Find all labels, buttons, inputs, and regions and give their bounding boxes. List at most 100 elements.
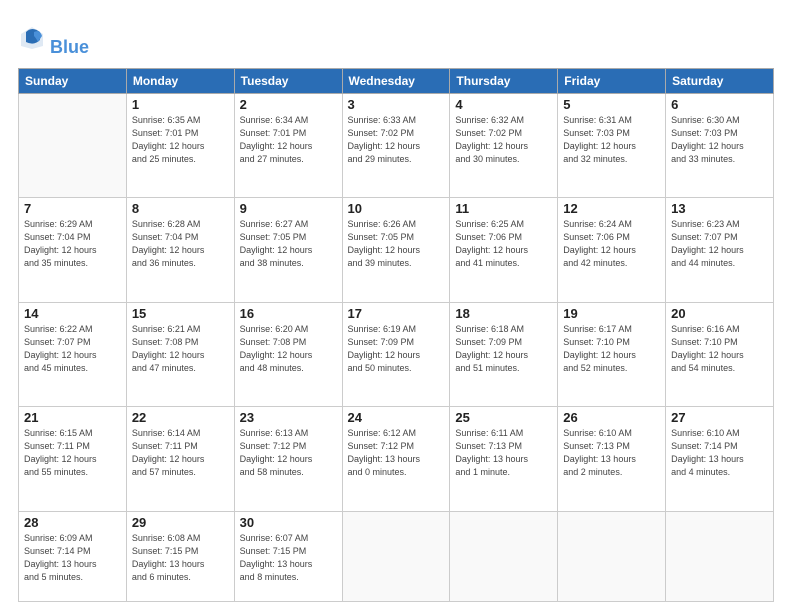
day-info: Sunrise: 6:18 AMSunset: 7:09 PMDaylight:… — [455, 323, 552, 375]
calendar-cell — [450, 511, 558, 601]
calendar-cell: 8 Sunrise: 6:28 AMSunset: 7:04 PMDaylight… — [126, 198, 234, 302]
header: Blue — [18, 18, 774, 58]
day-info: Sunrise: 6:10 AMSunset: 7:13 PMDaylight:… — [563, 427, 660, 479]
calendar-cell: 29 Sunrise: 6:08 AMSunset: 7:15 PMDayligh… — [126, 511, 234, 601]
calendar-cell: 21 Sunrise: 6:15 AMSunset: 7:11 PMDayligh… — [19, 407, 127, 511]
logo-text: Blue — [50, 18, 89, 58]
calendar-cell: 20 Sunrise: 6:16 AMSunset: 7:10 PMDayligh… — [666, 302, 774, 406]
day-number: 26 — [563, 410, 660, 425]
calendar-cell: 2 Sunrise: 6:34 AMSunset: 7:01 PMDaylight… — [234, 93, 342, 197]
day-info: Sunrise: 6:24 AMSunset: 7:06 PMDaylight:… — [563, 218, 660, 270]
day-number: 30 — [240, 515, 337, 530]
weekday-header-wednesday: Wednesday — [342, 68, 450, 93]
day-info: Sunrise: 6:27 AMSunset: 7:05 PMDaylight:… — [240, 218, 337, 270]
calendar-cell: 1 Sunrise: 6:35 AMSunset: 7:01 PMDaylight… — [126, 93, 234, 197]
weekday-header-monday: Monday — [126, 68, 234, 93]
calendar-cell — [342, 511, 450, 601]
day-info: Sunrise: 6:30 AMSunset: 7:03 PMDaylight:… — [671, 114, 768, 166]
calendar-cell: 25 Sunrise: 6:11 AMSunset: 7:13 PMDayligh… — [450, 407, 558, 511]
calendar-cell: 13 Sunrise: 6:23 AMSunset: 7:07 PMDayligh… — [666, 198, 774, 302]
calendar-week-3: 14 Sunrise: 6:22 AMSunset: 7:07 PMDayligh… — [19, 302, 774, 406]
calendar-cell: 7Sunrise: 6:29 AMSunset: 7:04 PMDaylight… — [19, 198, 127, 302]
calendar-cell: 17 Sunrise: 6:19 AMSunset: 7:09 PMDayligh… — [342, 302, 450, 406]
day-number: 29 — [132, 515, 229, 530]
day-number: 19 — [563, 306, 660, 321]
calendar-cell: 15 Sunrise: 6:21 AMSunset: 7:08 PMDayligh… — [126, 302, 234, 406]
day-info: Sunrise: 6:35 AMSunset: 7:01 PMDaylight:… — [132, 114, 229, 166]
calendar-cell: 19 Sunrise: 6:17 AMSunset: 7:10 PMDayligh… — [558, 302, 666, 406]
day-info: Sunrise: 6:31 AMSunset: 7:03 PMDaylight:… — [563, 114, 660, 166]
weekday-header-thursday: Thursday — [450, 68, 558, 93]
calendar-week-1: 1 Sunrise: 6:35 AMSunset: 7:01 PMDaylight… — [19, 93, 774, 197]
day-info: Sunrise: 6:34 AMSunset: 7:01 PMDaylight:… — [240, 114, 337, 166]
calendar-cell: 24Sunrise: 6:12 AMSunset: 7:12 PMDayligh… — [342, 407, 450, 511]
day-number: 20 — [671, 306, 768, 321]
day-number: 25 — [455, 410, 552, 425]
day-number: 13 — [671, 201, 768, 216]
day-info: Sunrise: 6:08 AMSunset: 7:15 PMDaylight:… — [132, 532, 229, 584]
weekday-header-tuesday: Tuesday — [234, 68, 342, 93]
calendar-week-4: 21 Sunrise: 6:15 AMSunset: 7:11 PMDayligh… — [19, 407, 774, 511]
calendar-week-2: 7Sunrise: 6:29 AMSunset: 7:04 PMDaylight… — [19, 198, 774, 302]
day-number: 3 — [348, 97, 445, 112]
calendar-cell: 5 Sunrise: 6:31 AMSunset: 7:03 PMDaylight… — [558, 93, 666, 197]
calendar-cell: 4 Sunrise: 6:32 AMSunset: 7:02 PMDaylight… — [450, 93, 558, 197]
day-info: Sunrise: 6:09 AMSunset: 7:14 PMDaylight:… — [24, 532, 121, 584]
day-number: 15 — [132, 306, 229, 321]
main-container: Blue SundayMondayTuesdayWednesdayThursda… — [0, 0, 792, 612]
day-number: 22 — [132, 410, 229, 425]
day-info: Sunrise: 6:17 AMSunset: 7:10 PMDaylight:… — [563, 323, 660, 375]
calendar-cell — [666, 511, 774, 601]
day-number: 6 — [671, 97, 768, 112]
day-info: Sunrise: 6:22 AMSunset: 7:07 PMDaylight:… — [24, 323, 121, 375]
calendar-cell: 30 Sunrise: 6:07 AMSunset: 7:15 PMDayligh… — [234, 511, 342, 601]
day-info: Sunrise: 6:13 AMSunset: 7:12 PMDaylight:… — [240, 427, 337, 479]
day-info: Sunrise: 6:32 AMSunset: 7:02 PMDaylight:… — [455, 114, 552, 166]
calendar-cell: 14 Sunrise: 6:22 AMSunset: 7:07 PMDayligh… — [19, 302, 127, 406]
calendar-cell: 3Sunrise: 6:33 AMSunset: 7:02 PMDaylight… — [342, 93, 450, 197]
day-number: 11 — [455, 201, 552, 216]
day-info: Sunrise: 6:23 AMSunset: 7:07 PMDaylight:… — [671, 218, 768, 270]
weekday-header-saturday: Saturday — [666, 68, 774, 93]
day-number: 9 — [240, 201, 337, 216]
day-info: Sunrise: 6:25 AMSunset: 7:06 PMDaylight:… — [455, 218, 552, 270]
logo-icon — [18, 24, 46, 52]
calendar-table: SundayMondayTuesdayWednesdayThursdayFrid… — [18, 68, 774, 602]
day-number: 14 — [24, 306, 121, 321]
day-info: Sunrise: 6:07 AMSunset: 7:15 PMDaylight:… — [240, 532, 337, 584]
day-info: Sunrise: 6:20 AMSunset: 7:08 PMDaylight:… — [240, 323, 337, 375]
calendar-cell: 23 Sunrise: 6:13 AMSunset: 7:12 PMDayligh… — [234, 407, 342, 511]
day-number: 7 — [24, 201, 121, 216]
day-number: 2 — [240, 97, 337, 112]
day-number: 18 — [455, 306, 552, 321]
calendar-cell: 11 Sunrise: 6:25 AMSunset: 7:06 PMDayligh… — [450, 198, 558, 302]
calendar-cell: 27Sunrise: 6:10 AMSunset: 7:14 PMDayligh… — [666, 407, 774, 511]
calendar-cell: 26 Sunrise: 6:10 AMSunset: 7:13 PMDayligh… — [558, 407, 666, 511]
calendar-cell: 18 Sunrise: 6:18 AMSunset: 7:09 PMDayligh… — [450, 302, 558, 406]
day-number: 17 — [348, 306, 445, 321]
day-number: 10 — [348, 201, 445, 216]
calendar-cell: 12Sunrise: 6:24 AMSunset: 7:06 PMDayligh… — [558, 198, 666, 302]
day-number: 1 — [132, 97, 229, 112]
logo: Blue — [18, 18, 89, 58]
calendar-cell: 16Sunrise: 6:20 AMSunset: 7:08 PMDayligh… — [234, 302, 342, 406]
day-info: Sunrise: 6:21 AMSunset: 7:08 PMDaylight:… — [132, 323, 229, 375]
day-info: Sunrise: 6:16 AMSunset: 7:10 PMDaylight:… — [671, 323, 768, 375]
day-info: Sunrise: 6:19 AMSunset: 7:09 PMDaylight:… — [348, 323, 445, 375]
day-number: 24 — [348, 410, 445, 425]
day-number: 8 — [132, 201, 229, 216]
calendar-cell: 22Sunrise: 6:14 AMSunset: 7:11 PMDayligh… — [126, 407, 234, 511]
day-number: 21 — [24, 410, 121, 425]
calendar-cell — [19, 93, 127, 197]
day-number: 4 — [455, 97, 552, 112]
day-number: 27 — [671, 410, 768, 425]
day-info: Sunrise: 6:15 AMSunset: 7:11 PMDaylight:… — [24, 427, 121, 479]
calendar-cell: 28 Sunrise: 6:09 AMSunset: 7:14 PMDayligh… — [19, 511, 127, 601]
day-number: 5 — [563, 97, 660, 112]
day-info: Sunrise: 6:26 AMSunset: 7:05 PMDaylight:… — [348, 218, 445, 270]
day-number: 28 — [24, 515, 121, 530]
day-info: Sunrise: 6:28 AMSunset: 7:04 PMDaylight:… — [132, 218, 229, 270]
day-info: Sunrise: 6:11 AMSunset: 7:13 PMDaylight:… — [455, 427, 552, 479]
day-number: 23 — [240, 410, 337, 425]
calendar-cell — [558, 511, 666, 601]
